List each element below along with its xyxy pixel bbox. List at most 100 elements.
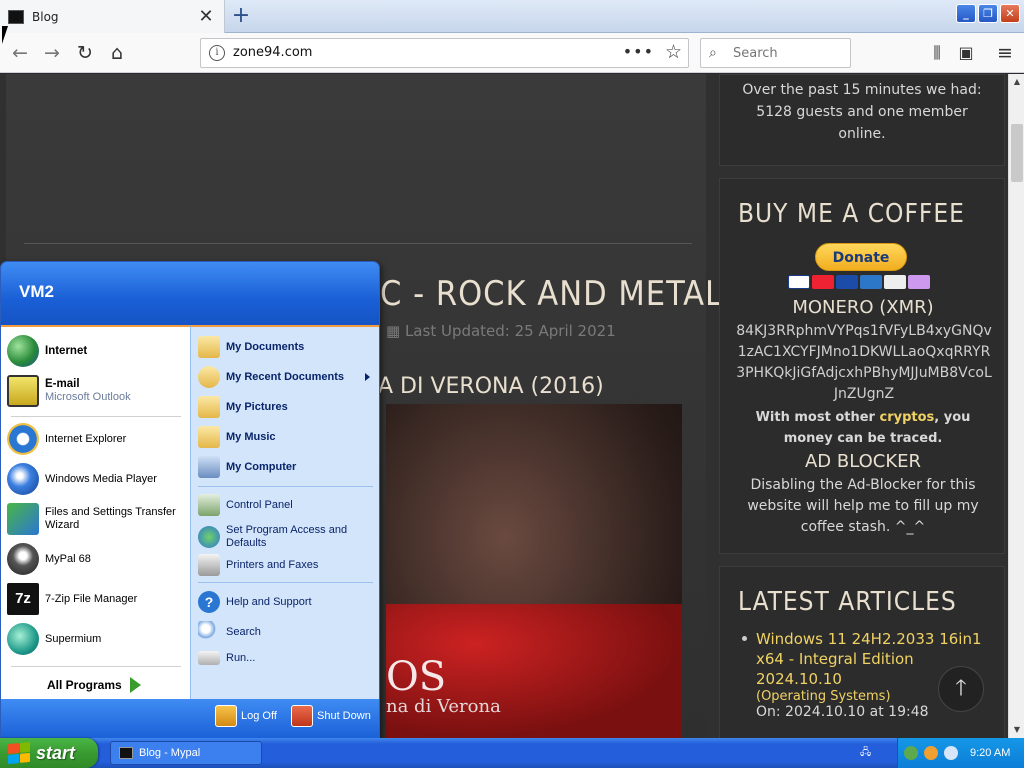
all-programs-label: All Programs	[47, 678, 122, 692]
minimize-icon[interactable]: _	[956, 4, 976, 23]
recent-internet-explorer[interactable]: Internet Explorer	[7, 423, 187, 455]
search-input[interactable]	[731, 44, 846, 62]
coffee-widget: BUY ME A COFFEE Donate MONERO (XMR) 84KJ…	[719, 178, 1005, 554]
log-off-label: Log Off	[241, 710, 277, 722]
post-subtitle[interactable]: A DI VERONA (2016)	[378, 374, 604, 399]
right-label: Control Panel	[226, 498, 293, 511]
scroll-down-icon[interactable]: ▼	[1010, 722, 1024, 738]
search-icon: ⌕	[709, 45, 717, 61]
online-widget: Over the past 15 minutes we had: 5128 gu…	[719, 74, 1005, 166]
separator	[11, 666, 181, 667]
internet-explorer-icon	[7, 423, 39, 455]
bank-card-icon	[908, 275, 930, 289]
arrow-left-icon[interactable]: ←	[8, 41, 32, 65]
vertical-scrollbar[interactable]: ▲ ▼	[1008, 74, 1024, 738]
home-icon[interactable]: ⌂	[105, 41, 129, 65]
close-tab-icon[interactable]: ✕	[194, 7, 218, 26]
recent-7zip[interactable]: 7z 7-Zip File Manager	[7, 583, 187, 615]
shut-down-label: Shut Down	[317, 710, 371, 722]
tab-blog[interactable]: Blog ✕	[0, 0, 225, 33]
computer-icon	[198, 456, 220, 478]
volume-icon[interactable]	[944, 746, 958, 760]
taskbar-window-blog[interactable]: Blog - Mypal	[110, 741, 262, 765]
documents-folder-icon	[198, 336, 220, 358]
run-item[interactable]: Run...	[198, 651, 378, 665]
clock[interactable]: 9:20 AM	[970, 747, 1010, 759]
pinned-internet[interactable]: Internet	[7, 335, 187, 367]
divider	[24, 243, 692, 244]
scroll-up-icon[interactable]: ▲	[1010, 74, 1024, 90]
start-button[interactable]: start	[0, 738, 98, 768]
my-music[interactable]: My Music	[198, 426, 378, 448]
right-label: Set Program Access and Defaults	[226, 524, 348, 549]
amex-icon	[860, 275, 882, 289]
cryptos-link[interactable]: cryptos	[880, 410, 935, 425]
recent-mypal[interactable]: MyPal 68	[7, 543, 187, 575]
recent-label: Windows Media Player	[45, 472, 157, 485]
my-recent-documents[interactable]: My Recent Documents	[198, 366, 378, 388]
donate-button[interactable]: Donate	[815, 243, 907, 271]
bookmark-star-icon[interactable]: ☆	[665, 41, 682, 63]
shut-down-button[interactable]: Shut Down	[291, 705, 371, 727]
close-window-icon[interactable]: ✕	[1000, 4, 1020, 23]
restore-icon[interactable]: ❐	[978, 4, 998, 23]
supermium-icon	[7, 623, 39, 655]
7zip-icon: 7z	[7, 583, 39, 615]
log-off-button[interactable]: Log Off	[215, 705, 277, 727]
windows-flag-icon	[8, 741, 30, 765]
set-program-access[interactable]: Set Program Access and Defaults	[198, 524, 378, 550]
printers-and-faxes[interactable]: Printers and Faxes	[198, 554, 378, 576]
recent-supermium[interactable]: Supermium	[7, 623, 187, 655]
monero-label: MONERO (XMR)	[792, 297, 934, 318]
search-item[interactable]: Search	[198, 621, 378, 643]
arrow-right-icon[interactable]: →	[40, 41, 64, 65]
right-label: My Computer	[226, 460, 297, 473]
monero-address[interactable]: 84KJ3RRphmVYPqs1fVFyLB4xyGNQv1zAC1XCYFJM…	[736, 321, 992, 405]
my-documents[interactable]: My Documents	[198, 336, 378, 358]
page-actions-icon[interactable]: •••	[623, 42, 654, 61]
reload-icon[interactable]: ↻	[73, 41, 97, 65]
post-title[interactable]: C - ROCK AND METAL	[380, 274, 723, 314]
pinned-internet-label: Internet	[45, 344, 88, 357]
online-text: Over the past 15 minutes we had: 5128 gu…	[742, 82, 982, 142]
new-tab-icon[interactable]: +	[229, 4, 253, 28]
tray-icon-orange[interactable]	[924, 746, 938, 760]
control-panel[interactable]: Control Panel	[198, 494, 378, 516]
tray-icon-green[interactable]	[904, 746, 918, 760]
recent-label: Supermium	[45, 632, 102, 645]
pinned-email[interactable]: E-mail Microsoft Outlook	[7, 375, 187, 407]
search-bar[interactable]: ⌕	[700, 38, 851, 68]
right-label: Run...	[226, 651, 256, 664]
recent-transfer-wizard[interactable]: Files and Settings Transfer Wizard	[7, 503, 187, 535]
scroll-thumb[interactable]	[1011, 124, 1023, 182]
address-bar[interactable]: i zone94.com ••• ☆	[200, 38, 689, 68]
post-image[interactable]: OS na di Verona	[386, 404, 682, 738]
discover-icon	[884, 275, 906, 289]
library-icon[interactable]: ⫼	[925, 41, 949, 65]
all-programs-button[interactable]: All Programs	[47, 677, 141, 693]
adblock-text: Disabling the Ad-Blocker for this websit…	[747, 477, 979, 535]
transfer-wizard-icon	[7, 503, 39, 535]
my-pictures[interactable]: My Pictures	[198, 396, 378, 418]
internet-globe-icon	[7, 335, 39, 367]
sidebar-icon[interactable]: ▣	[954, 41, 978, 65]
adblock-label: AD BLOCKER	[804, 451, 922, 472]
site-info-icon[interactable]: i	[209, 45, 225, 61]
latest-articles-widget: LATEST ARTICLES Windows 11 24H2.2033 16i…	[719, 566, 1005, 738]
key-icon	[215, 705, 237, 727]
url-text[interactable]: zone94.com	[233, 45, 312, 60]
separator	[198, 582, 373, 583]
recent-label: MyPal 68	[45, 552, 91, 565]
pinned-email-sub: Microsoft Outlook	[45, 391, 131, 403]
help-and-support[interactable]: ? Help and Support	[198, 591, 378, 613]
my-computer[interactable]: My Computer	[198, 456, 378, 478]
pinned-email-label: E-mail	[45, 378, 80, 390]
taskbar: start Blog - Mypal 🖧 9:20 AM	[0, 738, 1024, 768]
recent-media-player[interactable]: Windows Media Player	[7, 463, 187, 495]
network-tray-icon[interactable]: 🖧	[860, 745, 882, 761]
crypto-note: With most other cryptos, you money can b…	[755, 410, 971, 446]
music-folder-icon	[198, 426, 220, 448]
hamburger-icon[interactable]: ≡	[993, 41, 1017, 65]
right-label: My Recent Documents	[226, 370, 344, 383]
scroll-to-top-button[interactable]: 🡑	[938, 666, 984, 712]
